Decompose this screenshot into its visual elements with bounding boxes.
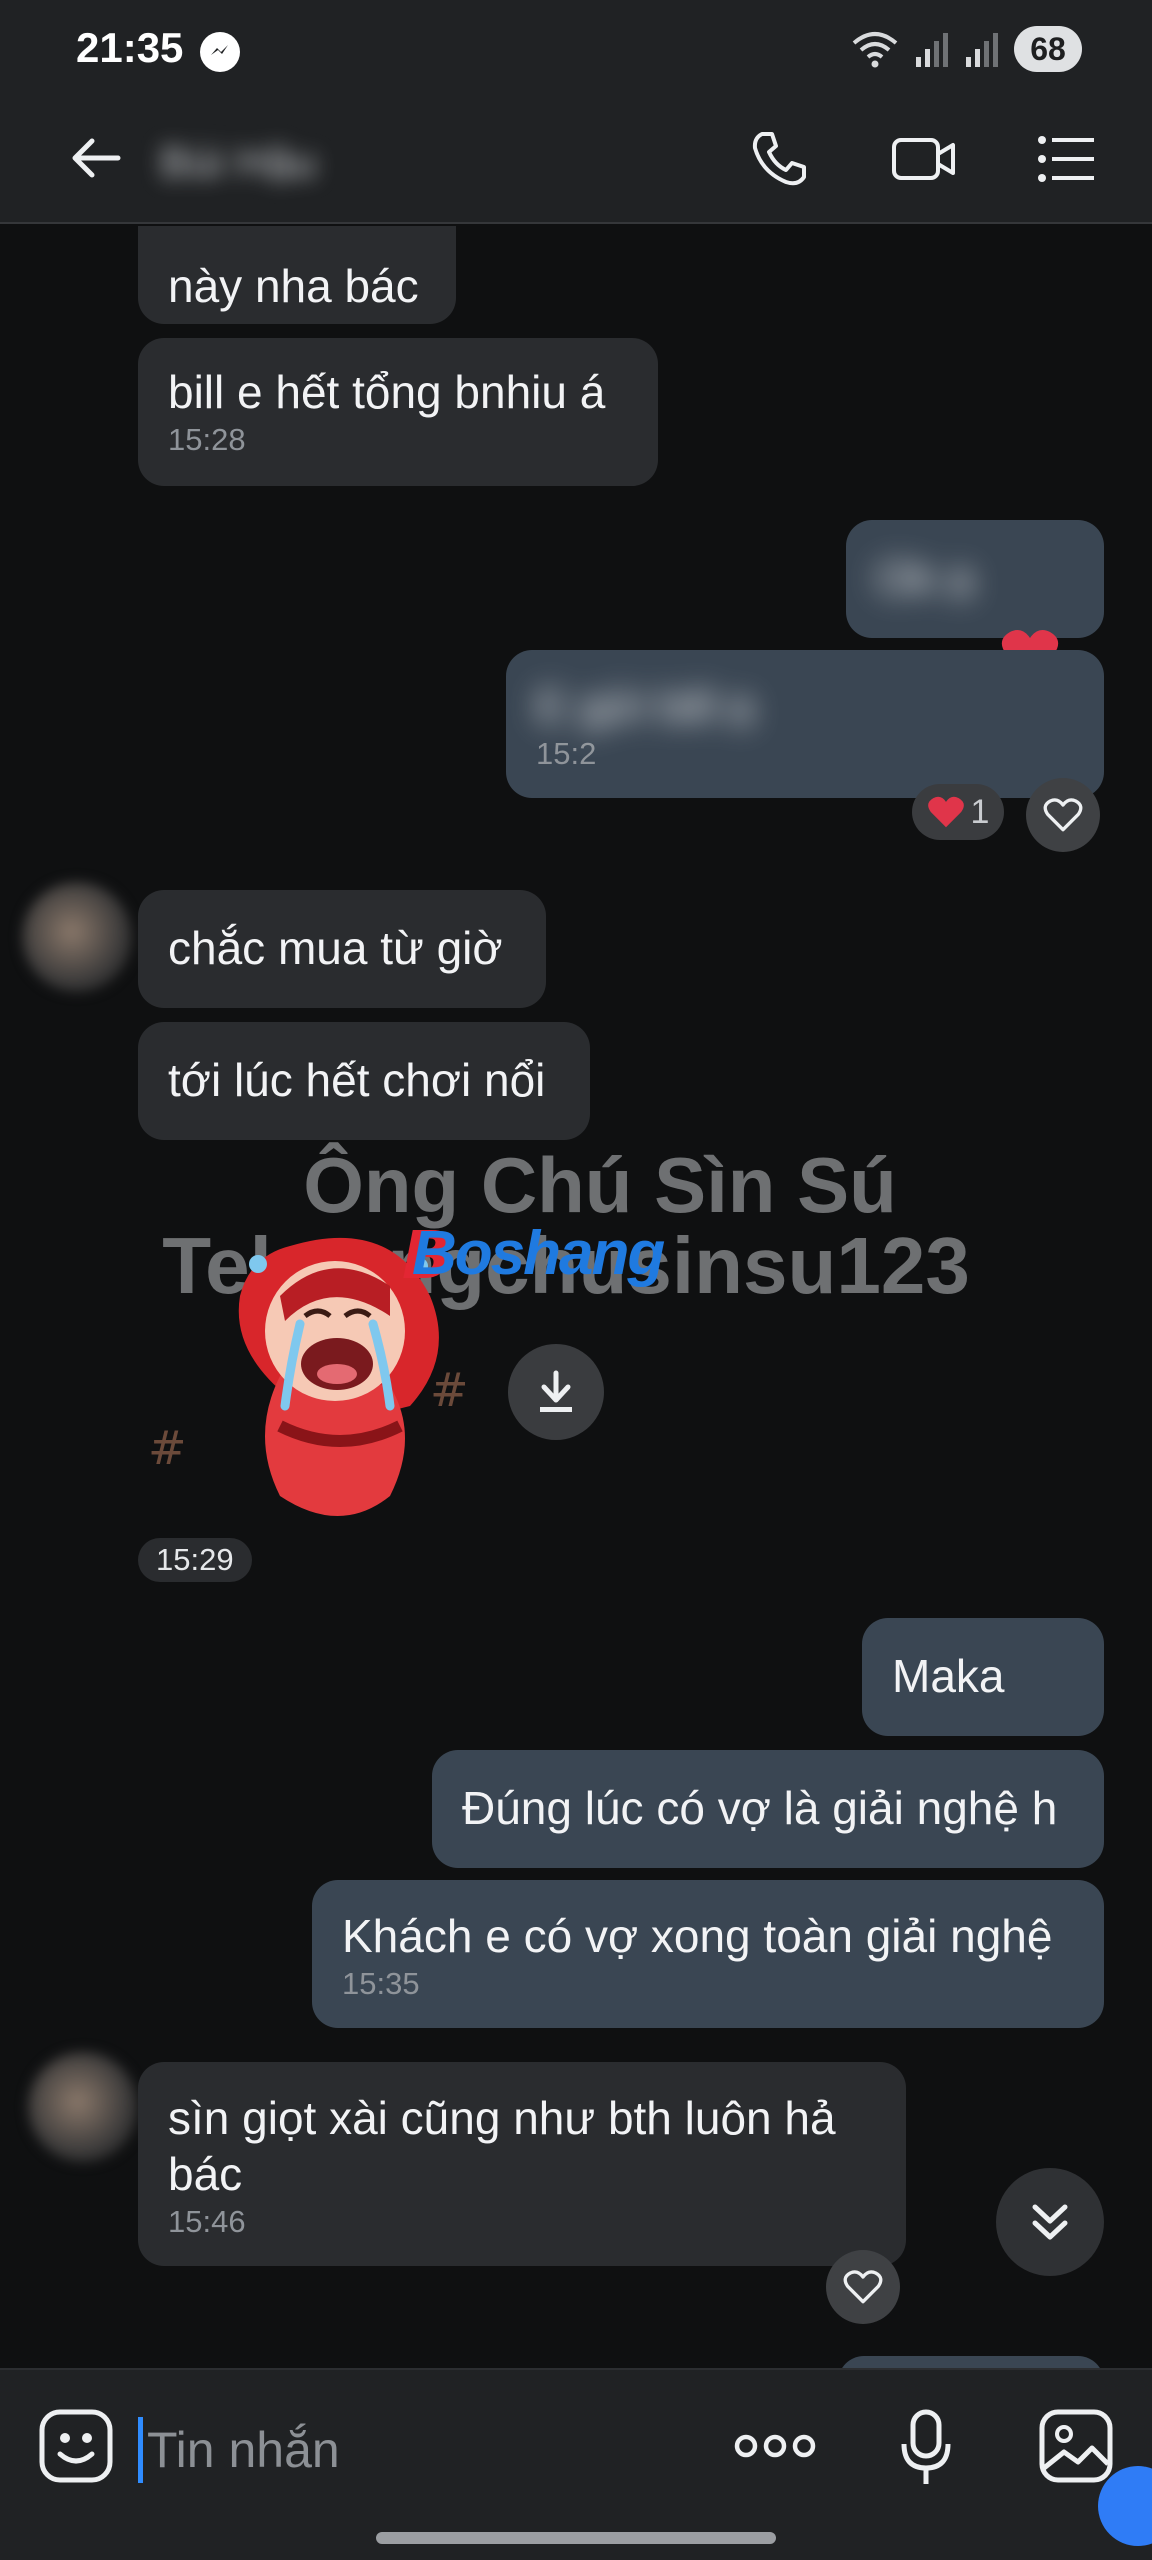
back-arrow-icon[interactable] <box>66 128 126 188</box>
svg-text:#: # <box>148 1421 187 1475</box>
message-time: 15:2 <box>536 736 597 771</box>
message-text: tới lúc hết chơi nổi <box>168 1054 546 1106</box>
message-bubble[interactable]: E gửi bill ạ 15:2 <box>506 650 1104 798</box>
status-bar: 21:35 68 <box>0 0 1152 100</box>
message-time: 15:29 <box>138 1538 252 1582</box>
reaction-count: 1 <box>970 792 990 831</box>
message-bubble[interactable]: Maka <box>862 1618 1104 1736</box>
message-text: bill e hết tổng bnhiu á <box>168 366 606 418</box>
message-bubble[interactable]: này nha bác <box>138 226 456 324</box>
svg-text:#: # <box>430 1363 469 1417</box>
download-icon <box>540 1370 572 1412</box>
message-text: Maka <box>892 1650 1005 1702</box>
menu-list-icon[interactable] <box>1036 128 1098 190</box>
message-text: này nha bác <box>168 260 419 312</box>
scroll-to-bottom-button[interactable] <box>996 2168 1104 2276</box>
double-chevron-down-icon <box>1032 2204 1068 2240</box>
sender-avatar[interactable] <box>22 882 132 992</box>
emoji-sticker-icon[interactable] <box>38 2408 114 2484</box>
message-time: 15:28 <box>168 422 246 457</box>
heart-outline-icon <box>1043 798 1083 832</box>
image-gallery-icon[interactable] <box>1038 2408 1114 2484</box>
more-options-icon[interactable] <box>734 2432 816 2460</box>
signal-icon <box>916 33 948 67</box>
download-button[interactable] <box>508 1344 604 1440</box>
message-input[interactable]: Tin nhắn <box>138 2410 698 2490</box>
message-text: Khách e có vợ xong toàn giải nghệ <box>342 1910 1053 1962</box>
phone-icon[interactable] <box>748 128 810 190</box>
message-list[interactable]: này nha bác bill e hết tổng bnhiu á 15:2… <box>0 226 1152 2368</box>
message-text: chắc mua từ giờ <box>168 922 503 974</box>
message-bubble-partial[interactable] <box>838 2356 1104 2368</box>
message-text: sìn giọt xài cũng như bth luôn hả bác <box>168 2092 836 2200</box>
wifi-icon <box>852 32 898 68</box>
home-indicator[interactable] <box>376 2532 776 2544</box>
microphone-icon[interactable] <box>898 2408 954 2488</box>
chat-header: Bùi Hậu <box>0 100 1152 224</box>
reaction-badge[interactable]: 1 <box>912 784 1004 840</box>
message-input-placeholder: Tin nhắn <box>147 2422 340 2478</box>
message-bubble[interactable]: Ok ạ <box>846 520 1104 638</box>
message-bubble[interactable]: bill e hết tổng bnhiu á 15:28 <box>138 338 658 486</box>
sender-avatar[interactable] <box>28 2052 138 2162</box>
signal-icon-2 <box>966 33 998 67</box>
message-bubble[interactable]: chắc mua từ giờ <box>138 890 546 1008</box>
contact-name[interactable]: Bùi Hậu <box>160 138 317 188</box>
react-button[interactable] <box>826 2250 900 2324</box>
message-time: 15:46 <box>168 2204 246 2239</box>
sticker-logo: Boshang <box>412 1219 665 1288</box>
message-time: 15:35 <box>342 1966 420 2001</box>
react-button[interactable] <box>1026 778 1100 852</box>
system-icons: 68 <box>850 26 1082 72</box>
clock: 21:35 <box>76 24 184 71</box>
message-bubble[interactable]: sìn giọt xài cũng như bth luôn hả bác 15… <box>138 2062 906 2266</box>
text-cursor <box>138 2417 143 2483</box>
message-text: E gửi bill ạ <box>536 680 754 732</box>
message-bubble[interactable]: tới lúc hết chơi nổi <box>138 1022 590 1140</box>
heart-outline-icon <box>843 2270 883 2304</box>
messenger-notification-icon <box>200 32 240 72</box>
battery-indicator: 68 <box>1014 26 1082 72</box>
message-bubble[interactable]: Khách e có vợ xong toàn giải nghệ 15:35 <box>312 1880 1104 2028</box>
message-text: Đúng lúc có vợ là giải nghệ h <box>462 1782 1058 1834</box>
message-text: Ok ạ <box>876 552 974 604</box>
heart-icon <box>927 796 964 828</box>
video-call-icon[interactable] <box>890 128 958 190</box>
message-bubble[interactable]: Đúng lúc có vợ là giải nghệ h <box>432 1750 1104 1868</box>
